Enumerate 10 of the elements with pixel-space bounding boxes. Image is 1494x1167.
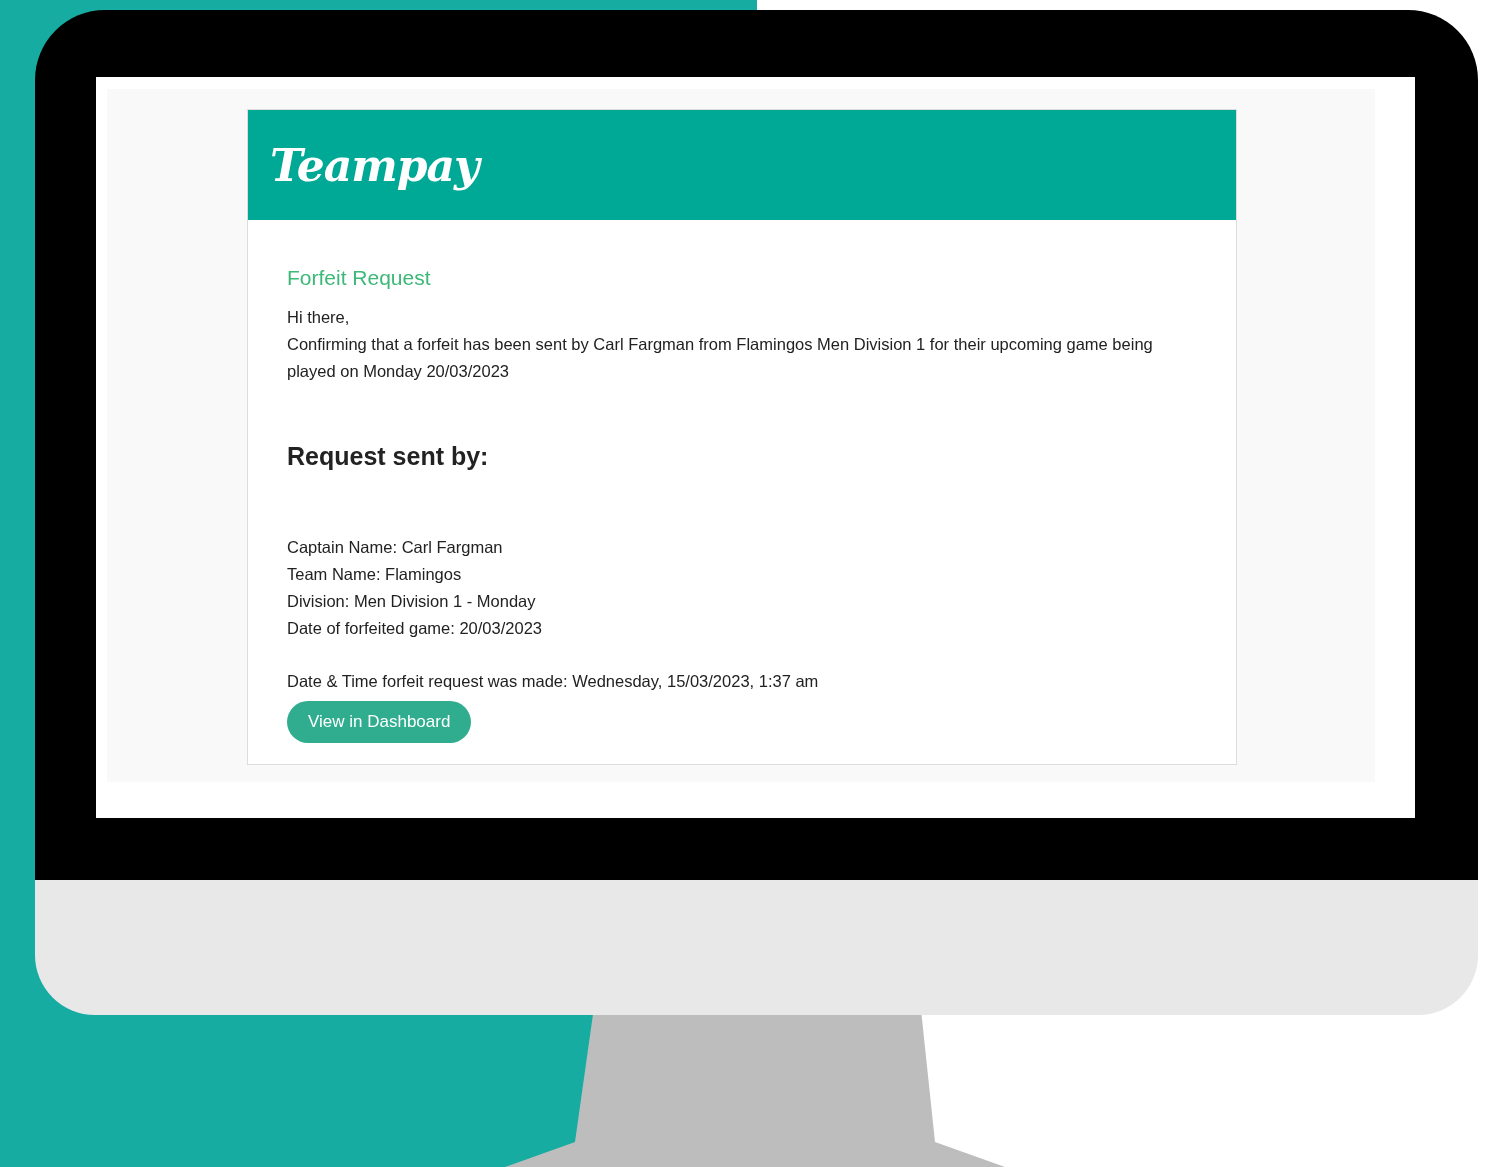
message-text: Confirming that a forfeit has been sent by Carl Fargman from Flamingos Men Division 1 for their upcoming game being played on Monday 20/03/2023	[287, 334, 1154, 382]
detail-line: Team Name: Flamingos	[287, 564, 463, 585]
greeting-text: Hi there,	[287, 307, 351, 328]
detail-line: Date of forfeited game: 20/03/2023	[287, 618, 543, 639]
timestamp-text: Date & Time forfeit request was made: Wednesday, 15/03/2023, 1:37 am	[287, 671, 820, 692]
detail-line: Division: Men Division 1 - Monday	[287, 591, 537, 612]
detail-line: Captain Name: Carl Fargman	[287, 537, 504, 558]
email-title: Forfeit Request	[287, 266, 432, 290]
section-heading: Request sent by:	[287, 442, 490, 471]
view-dashboard-button[interactable]: View in Dashboard	[287, 701, 472, 743]
